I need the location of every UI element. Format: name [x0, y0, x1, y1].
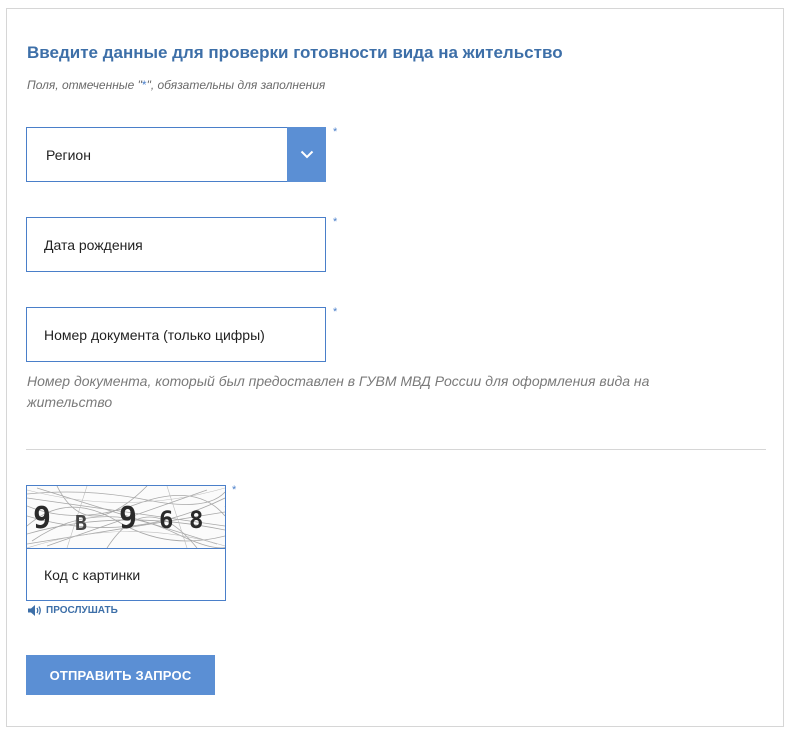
required-marker: *	[232, 484, 237, 496]
captcha-char: 8	[189, 506, 203, 534]
required-marker: *	[333, 306, 338, 318]
document-number-field[interactable]: Номер документа (только цифры)	[26, 307, 326, 362]
form-title: Введите данные для проверки готовности в…	[27, 43, 563, 62]
required-marker: *	[333, 216, 338, 228]
captcha-input-placeholder: Код с картинки	[44, 566, 141, 583]
hint-prefix: Поля, отмеченные "	[27, 78, 142, 92]
captcha-image-graphic: 9 B 9 6 8	[27, 486, 225, 548]
captcha-image: 9 B 9 6 8	[27, 486, 225, 549]
captcha-block: 9 B 9 6 8 Код с картинки	[26, 485, 226, 601]
listen-label: ПРОСЛУШАТЬ	[46, 605, 118, 616]
document-number-placeholder: Номер документа (только цифры)	[44, 326, 265, 343]
hint-suffix: ", обязательны для заполнения	[146, 78, 326, 92]
region-select-label: Регион	[46, 146, 91, 163]
captcha-char: 9	[119, 501, 137, 536]
required-fields-hint: Поля, отмеченные "*", обязательны для за…	[27, 78, 325, 92]
captcha-char: 6	[159, 506, 173, 534]
listen-captcha-link[interactable]: ПРОСЛУШАТЬ	[27, 604, 118, 617]
document-number-note: Номер документа, который был предоставле…	[27, 373, 650, 410]
speaker-icon	[28, 605, 41, 616]
chevron-down-icon	[300, 150, 313, 159]
divider	[26, 449, 766, 450]
captcha-input[interactable]: Код с картинки	[27, 549, 225, 600]
birth-date-placeholder: Дата рождения	[44, 236, 143, 253]
region-select[interactable]: Регион	[26, 127, 326, 182]
submit-button[interactable]: ОТПРАВИТЬ ЗАПРОС	[26, 655, 215, 695]
required-marker: *	[333, 126, 338, 138]
captcha-char: 9	[33, 501, 51, 536]
region-dropdown-button[interactable]	[287, 127, 326, 182]
captcha-char: B	[75, 511, 87, 535]
birth-date-field[interactable]: Дата рождения	[26, 217, 326, 272]
form-panel: Введите данные для проверки готовности в…	[6, 8, 784, 727]
